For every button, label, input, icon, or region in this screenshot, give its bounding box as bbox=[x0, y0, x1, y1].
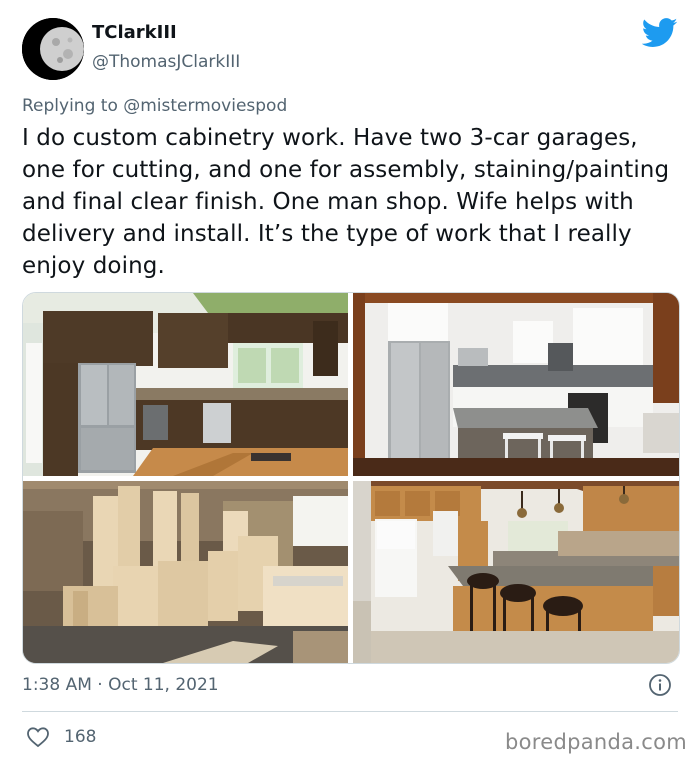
reply-context: Replying to @mistermoviespod bbox=[22, 96, 287, 116]
tweet-timestamp[interactable]: 1:38 AM · Oct 11, 2021 bbox=[22, 675, 219, 695]
photo-grid bbox=[22, 292, 680, 664]
oak-kitchen-barstools-photo[interactable] bbox=[353, 481, 679, 663]
divider bbox=[22, 711, 678, 712]
source-watermark: boredpanda.com bbox=[505, 730, 688, 754]
twitter-bird-icon[interactable] bbox=[641, 18, 678, 48]
moon-avatar-icon bbox=[22, 18, 84, 80]
like-count: 168 bbox=[64, 727, 97, 747]
display-name[interactable]: TClarkIII bbox=[92, 22, 177, 43]
info-icon[interactable] bbox=[648, 673, 672, 697]
reply-prefix: Replying to bbox=[22, 96, 118, 116]
avatar[interactable] bbox=[22, 18, 84, 80]
dark-wood-kitchen-photo[interactable] bbox=[23, 293, 348, 476]
reply-handle-link[interactable]: @mistermoviespod bbox=[123, 96, 287, 116]
tweet-text: I do custom cabinetry work. Have two 3-c… bbox=[22, 125, 670, 279]
user-handle[interactable]: @ThomasJClarkIII bbox=[92, 52, 240, 72]
like-heart-icon[interactable] bbox=[26, 726, 50, 748]
garage-cabinet-assembly-photo[interactable] bbox=[23, 481, 348, 663]
white-kitchen-island-photo[interactable] bbox=[353, 293, 679, 476]
